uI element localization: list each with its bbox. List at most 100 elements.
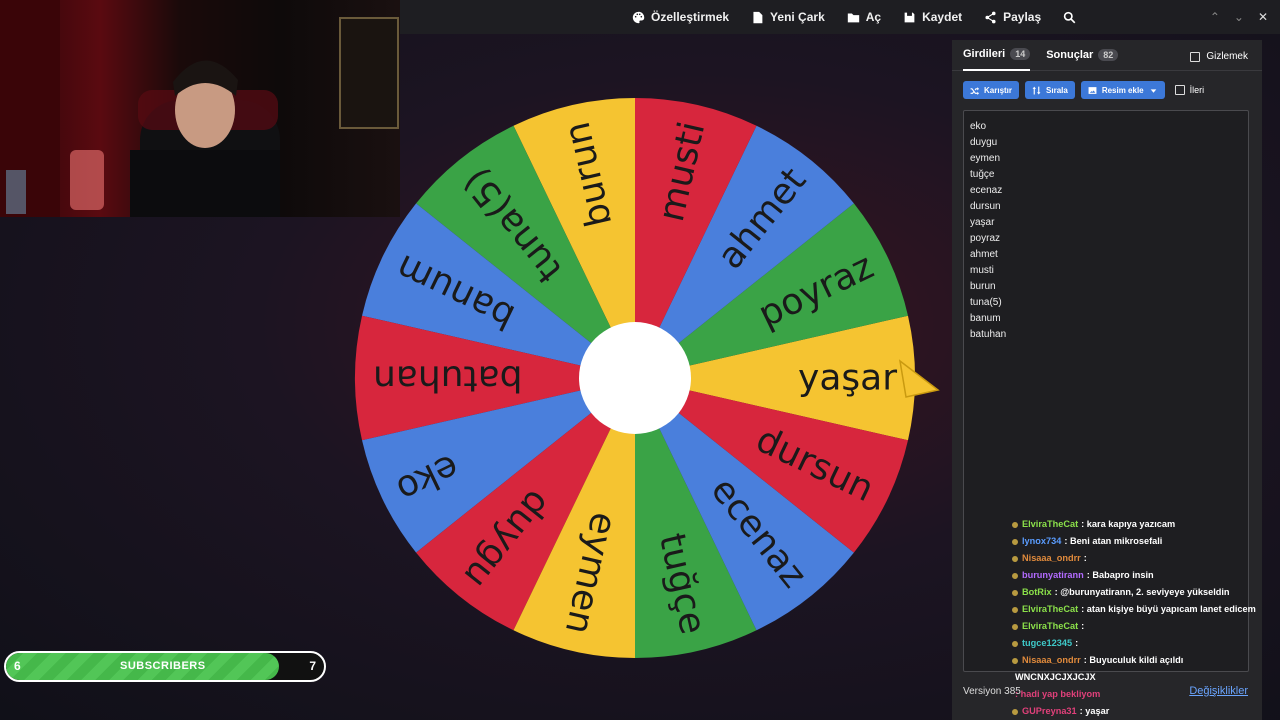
chat-text: :: [1083, 553, 1087, 563]
shuffle-icon: [970, 86, 979, 95]
badge-icon: [1012, 572, 1018, 579]
badge-icon: [1012, 538, 1018, 545]
caret-down-icon: [1150, 88, 1156, 93]
chat-username[interactable]: Nisaaa_ondrr: [1022, 553, 1081, 563]
badge-icon: [1012, 708, 1018, 715]
chat-username[interactable]: ElviraTheCat: [1022, 621, 1078, 631]
hide-checkbox[interactable]: [1190, 51, 1201, 62]
shuffle-button[interactable]: Karıştır: [963, 81, 1020, 99]
shuffle-label: Karıştır: [984, 85, 1013, 95]
chat-text: : Babapro insin: [1086, 570, 1154, 580]
chat-username[interactable]: GUPreyna31: [1022, 706, 1077, 716]
badge-icon: [1012, 657, 1018, 664]
spin-wheel[interactable]: yaşarpoyrazahmetmustiburuntuna(5)banumba…: [340, 90, 950, 670]
badge-icon: [1012, 555, 1018, 562]
chat-text: :: [1081, 621, 1085, 631]
pointer-arrow-icon: [898, 359, 940, 398]
chat-username[interactable]: tugce12345: [1022, 638, 1072, 648]
chat-message: BotRix: @burunyatirann, 2. seviyeye yüks…: [1012, 584, 1277, 601]
entry-item: ahmet: [970, 249, 998, 260]
advanced-checkbox[interactable]: [1174, 85, 1185, 95]
add-image-button[interactable]: Resim ekle: [1080, 81, 1165, 99]
chat-overlay: ElviraTheCat: kara kapıya yazıcam lynox73…: [1012, 516, 1277, 720]
badge-icon: [1012, 589, 1018, 596]
tab-results[interactable]: Sonuçlar 82: [1046, 40, 1119, 70]
badge-icon: [1012, 606, 1018, 613]
chat-message: burunyatirann: Babapro insin: [1012, 567, 1277, 584]
chat-message: Nisaaa_ondrr:: [1012, 550, 1277, 567]
advanced-toggle[interactable]: İleri: [1174, 85, 1205, 95]
hide-toggle[interactable]: Gizlemek: [1190, 51, 1248, 62]
customize-label: Özelleştirmek: [651, 10, 730, 24]
chat-username[interactable]: lynox734: [1022, 536, 1061, 546]
subscriber-label: SUBSCRIBERS: [120, 660, 206, 672]
sort-button[interactable]: Sırala: [1025, 81, 1075, 99]
share-button[interactable]: Paylaş: [984, 10, 1041, 24]
chat-text: : kara kapıya yazıcam: [1081, 519, 1176, 529]
chat-message: WNCNXJCJXJCJX: [1012, 669, 1277, 686]
chevron-up-icon[interactable]: ⌃: [1210, 10, 1220, 24]
save-button[interactable]: Kaydet: [903, 10, 962, 24]
chat-text: WNCNXJCJXJCJX: [1015, 672, 1096, 682]
entry-item: batuhan: [970, 329, 1007, 340]
badge-icon: [1012, 521, 1018, 528]
entry-item: eko: [970, 121, 987, 132]
wheel-segment-label: yaşar: [798, 358, 897, 399]
chat-username[interactable]: burunyatirann: [1022, 570, 1084, 580]
window-controls: ⌃ ⌄ ✕: [1210, 0, 1268, 34]
customize-button[interactable]: Özelleştirmek: [632, 10, 729, 24]
entry-item: tuna(5): [970, 297, 1002, 308]
tab-entries[interactable]: Girdileri 14: [963, 39, 1031, 71]
entry-item: poyraz: [970, 233, 1001, 244]
chat-username[interactable]: ElviraTheCat: [1022, 604, 1078, 614]
open-label: Aç: [865, 10, 882, 24]
sort-icon: [1032, 86, 1041, 94]
chat-text: : Beni atan mikrosefali: [1064, 536, 1163, 546]
top-toolbar: Özelleştirmek Yeni Çark Aç Kaydet Paylaş: [400, 0, 1280, 34]
entry-item: dursun: [970, 201, 1001, 212]
close-icon[interactable]: ✕: [1258, 10, 1268, 24]
folder-icon: [847, 12, 859, 22]
chevron-down-icon[interactable]: ⌄: [1234, 10, 1244, 24]
entry-item: burun: [970, 281, 996, 292]
stream-scene: Özelleştirmek Yeni Çark Aç Kaydet Paylaş: [0, 0, 1280, 720]
tab-entries-label: Girdileri: [963, 48, 1006, 60]
chat-username[interactable]: ElviraTheCat: [1022, 519, 1078, 529]
wheel-segment-label: batuhan: [373, 358, 523, 399]
sort-label: Sırala: [1046, 85, 1068, 95]
entry-item: banum: [970, 313, 1001, 324]
subscriber-goal-bar: 6 SUBSCRIBERS 7: [4, 651, 326, 682]
document-icon: [753, 11, 763, 23]
wheel-center[interactable]: [579, 322, 691, 434]
new-wheel-label: Yeni Çark: [770, 10, 825, 24]
chat-message: tugce12345:: [1012, 635, 1277, 652]
entry-item: tuğçe: [970, 169, 995, 180]
entry-item: duygu: [970, 137, 998, 148]
open-button[interactable]: Aç: [847, 10, 881, 24]
chat-message: Nisaaa_ondrr: Buyuculuk kildi açıldı: [1012, 652, 1277, 669]
chat-message: ElviraTheCat: atan kişiye büyü yapıcam l…: [1012, 601, 1277, 618]
save-icon: [904, 12, 915, 22]
entries-count-badge: 14: [1010, 48, 1031, 60]
search-button[interactable]: [1063, 11, 1076, 24]
tab-results-label: Sonuçlar: [1046, 49, 1094, 61]
entry-item: eymen: [970, 153, 1001, 164]
chat-text: : yaşar: [1079, 706, 1110, 716]
chat-message: ElviraTheCat:: [1012, 618, 1277, 635]
entry-item: ecenaz: [970, 185, 1003, 196]
chat-username[interactable]: Nisaaa_ondrr: [1022, 655, 1081, 665]
advanced-label: İleri: [1189, 85, 1205, 95]
entry-item: musti: [970, 265, 994, 276]
chat-username[interactable]: BotRix: [1022, 587, 1052, 597]
results-count-badge: 82: [1098, 49, 1119, 61]
entries-list: eko duygu eymen tuğçe ecenaz dursun yaşar poyra…: [970, 119, 1248, 343]
save-label: Kaydet: [922, 10, 963, 24]
chat-message: ElviraTheCat: kara kapıya yazıcam: [1012, 516, 1277, 533]
hide-label: Gizlemek: [1206, 51, 1248, 62]
chat-text: : atan kişiye büyü yapıcam lanet edicem: [1081, 604, 1256, 614]
entry-actions: Karıştır Sırala Resim ekle İleri: [963, 81, 1204, 99]
new-wheel-button[interactable]: Yeni Çark: [751, 10, 825, 24]
chat-message: GUPreyna31: yaşar: [1012, 703, 1277, 720]
badge-icon: [1012, 623, 1018, 630]
chat-text: :: [1075, 638, 1079, 648]
